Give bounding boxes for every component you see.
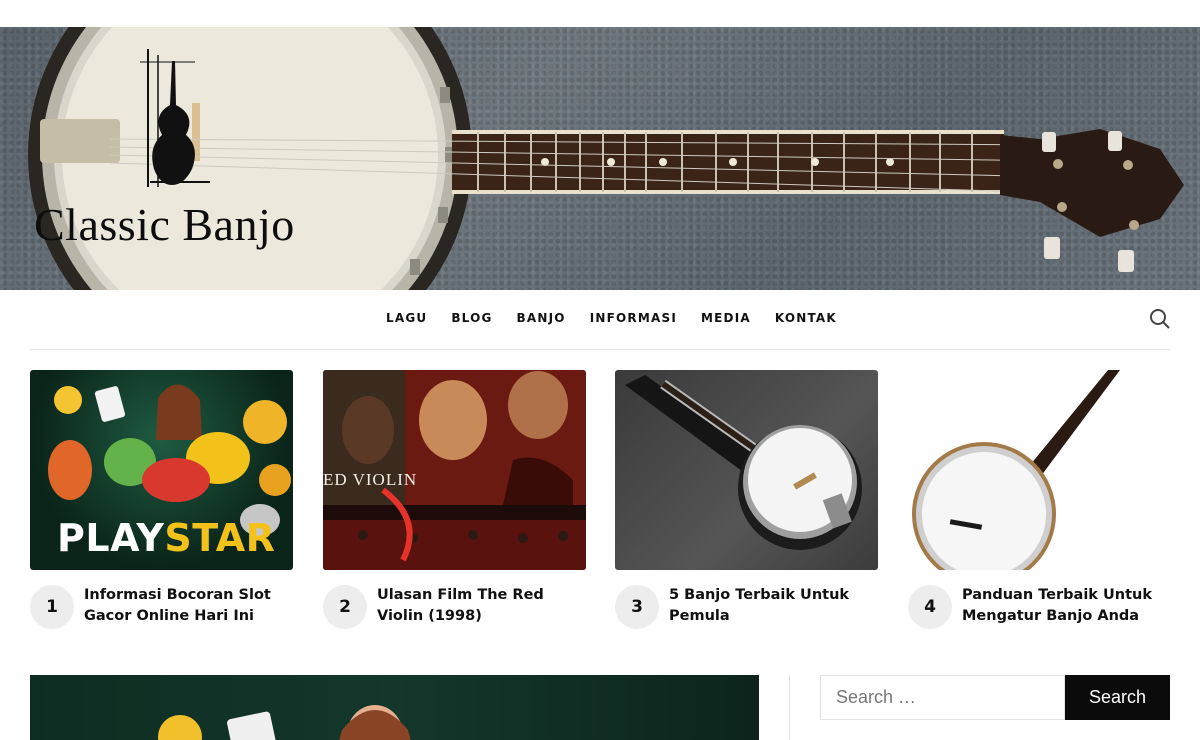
site-title[interactable]: Classic Banjo bbox=[34, 198, 295, 251]
search-input[interactable] bbox=[820, 675, 1065, 720]
main-post-image[interactable] bbox=[30, 675, 759, 740]
poster-title: ED VIOLIN bbox=[323, 470, 418, 489]
card-number: 2 bbox=[323, 585, 367, 629]
featured-card-2: ED VIOLIN 2 Ulasan Film The Red Violin (… bbox=[323, 370, 586, 629]
search-button[interactable]: Search bbox=[1065, 675, 1170, 720]
card-image[interactable] bbox=[615, 370, 878, 570]
nav-menu: LAGU BLOG BANJO INFORMASI MEDIA KONTAK bbox=[386, 311, 861, 325]
header-banner: Classic Banjo bbox=[0, 27, 1200, 290]
card-image[interactable] bbox=[908, 370, 1171, 570]
nav-divider bbox=[30, 349, 1170, 350]
nav-item-lagu[interactable]: LAGU bbox=[386, 311, 427, 325]
card-image[interactable]: PLAYSTAR bbox=[30, 370, 293, 570]
main-nav: LAGU BLOG BANJO INFORMASI MEDIA KONTAK bbox=[0, 290, 1200, 350]
nav-item-blog[interactable]: BLOG bbox=[451, 311, 492, 325]
card-title[interactable]: Ulasan Film The Red Violin (1998) bbox=[377, 585, 592, 627]
nav-item-media[interactable]: MEDIA bbox=[701, 311, 751, 325]
featured-card-3: 3 5 Banjo Terbaik Untuk Pemula bbox=[615, 370, 878, 629]
sidebar-divider bbox=[789, 675, 790, 740]
header-search-button[interactable] bbox=[1148, 307, 1172, 331]
card-image[interactable]: ED VIOLIN bbox=[323, 370, 586, 570]
card-number: 4 bbox=[908, 585, 952, 629]
search-icon bbox=[1150, 309, 1170, 329]
nav-item-informasi[interactable]: INFORMASI bbox=[590, 311, 677, 325]
banjo-white-icon bbox=[912, 370, 1120, 570]
card-title[interactable]: 5 Banjo Terbaik Untuk Pemula bbox=[669, 585, 884, 627]
card-number: 1 bbox=[30, 585, 74, 629]
card-title[interactable]: Informasi Bocoran Slot Gacor Online Hari… bbox=[84, 585, 299, 627]
nav-item-banjo[interactable]: BANJO bbox=[517, 311, 566, 325]
card-title[interactable]: Panduan Terbaik Untuk Mengatur Banjo And… bbox=[962, 585, 1177, 627]
featured-card-4: 4 Panduan Terbaik Untuk Mengatur Banjo A… bbox=[908, 370, 1171, 629]
playstar-logo: PLAYSTAR bbox=[57, 516, 276, 560]
banjo-photo-icon bbox=[625, 375, 862, 550]
post-image-graphic-icon bbox=[158, 705, 411, 740]
card-number: 3 bbox=[615, 585, 659, 629]
nav-item-kontak[interactable]: KONTAK bbox=[775, 311, 837, 325]
featured-card-1: PLAYSTAR 1 Informasi Bocoran Slot Gacor … bbox=[30, 370, 293, 629]
